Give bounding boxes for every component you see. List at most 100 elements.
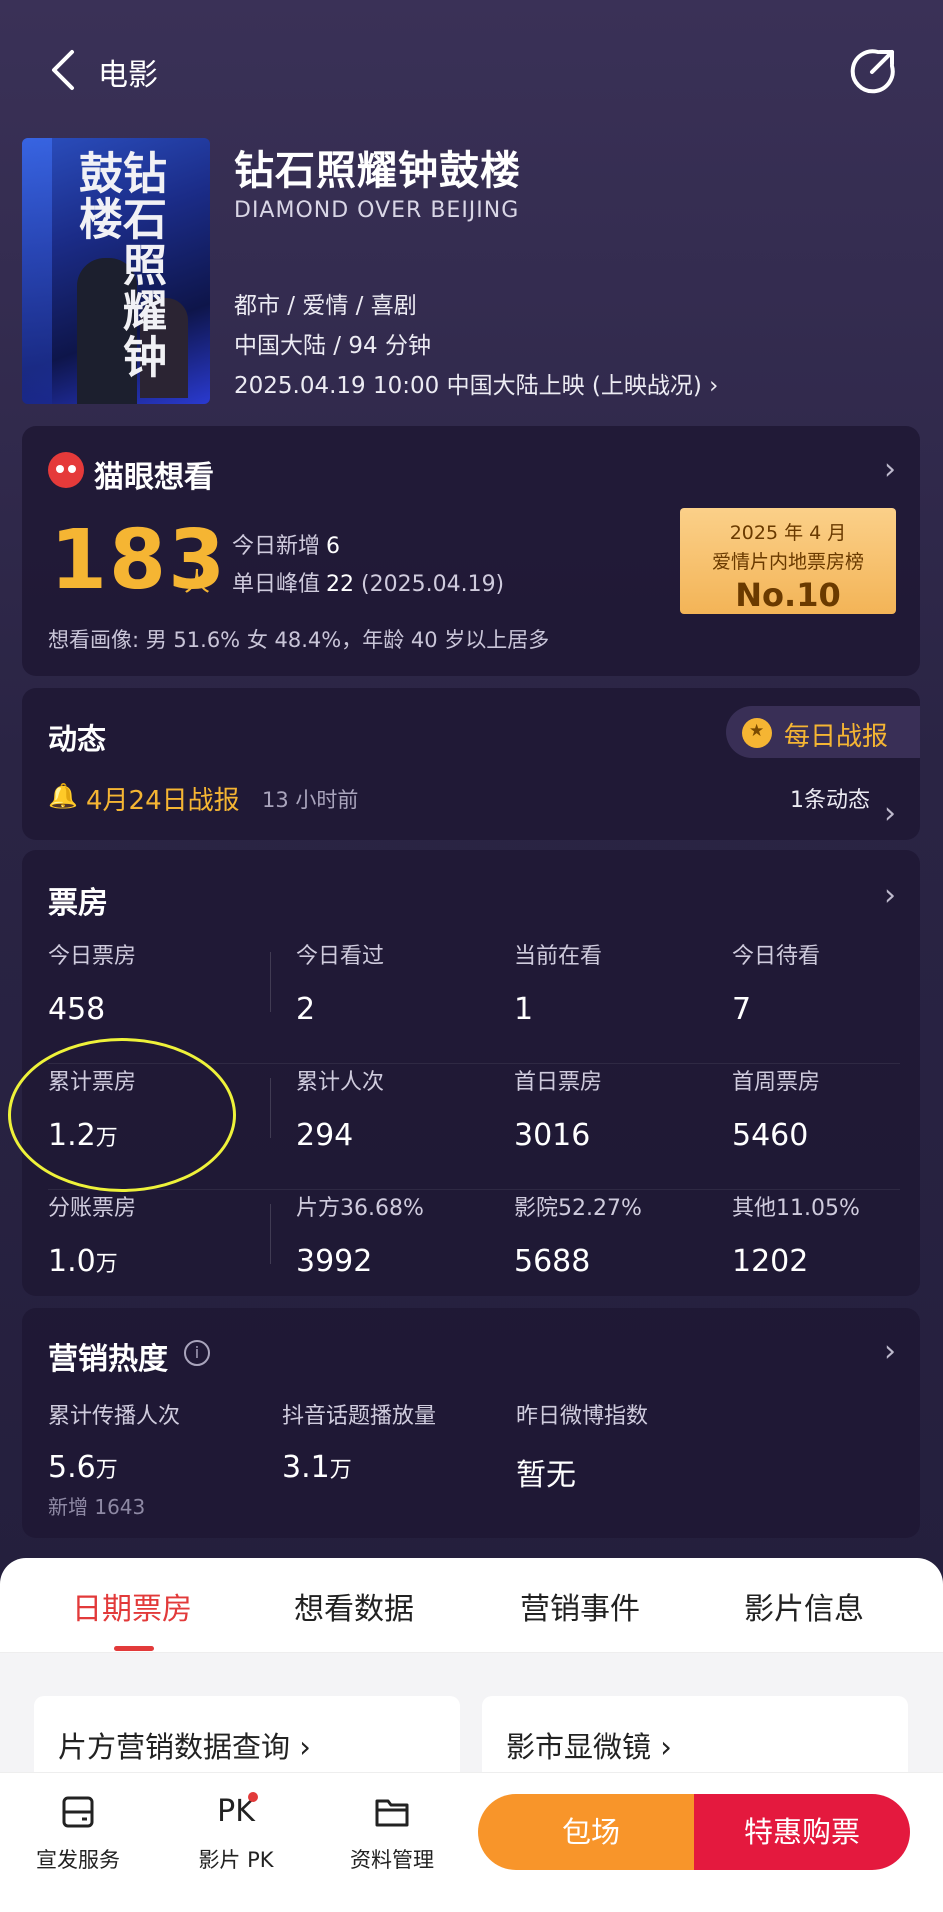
rank-badge-period: 2025 年 4 月 [729,522,847,544]
tab-daily-box-office[interactable]: 日期票房 [72,1584,192,1628]
column-divider [270,952,271,1012]
daily-peak-label: 单日峰值 [232,572,321,597]
movie-poster[interactable]: 钻石照耀钟鼓楼 [22,138,210,404]
column-divider [270,1078,271,1138]
box-office-row: 分账票房 1.0万 片方36.68% 3992 影院52.27% 5688 其他11.05%… [48,1190,900,1316]
stat-label: 片方36.68% [296,1196,424,1221]
box-office-row: 今日票房 458 今日看过 2 当前在看 1 今日待看 7 [48,938,900,1064]
stat-value-wrap: 1.0万 [48,1244,136,1279]
stat-value-wrap: 1202 [732,1244,860,1279]
header-title: 电影 [98,58,158,93]
report-time: 13 小时前 [262,788,359,812]
stat-value-wrap: 3.1万 [282,1450,436,1485]
nav-movie-pk[interactable]: PK 影片 PK [176,1790,296,1874]
marketing-stat: 累计传播人次 5.6万 新增 1643 [48,1398,180,1520]
movie-release-link[interactable]: 2025.04.19 10:00 中国大陆上映 (上映战况) › [234,366,718,400]
stat-value: 3016 [514,1118,591,1153]
chevron-right-icon[interactable]: › [884,1334,896,1369]
stat-label: 分账票房 [48,1196,137,1221]
box-office-stat: 其他11.05% 1202 [732,1190,860,1279]
rank-badge-category: 爱情片内地票房榜 [711,551,864,573]
stat-value-wrap: 5.6万 [48,1450,180,1485]
nav-materials[interactable]: 资料管理 [332,1790,452,1874]
stat-value: 3992 [296,1244,373,1279]
movie-release: 2025.04.19 10:00 中国大陆上映 (上映战况) [234,373,702,399]
stat-value: 5460 [732,1118,809,1153]
bell-icon: 🔔 [48,782,78,810]
stat-label: 其他11.05% [732,1196,860,1221]
stat-value-wrap: 294 [296,1118,384,1153]
movie-region-duration: 中国大陆 / 94 分钟 [234,333,431,359]
stat-value-wrap: 5688 [514,1244,642,1279]
stat-label: 抖音话题播放量 [282,1404,437,1429]
stat-label: 影院52.27% [514,1196,642,1221]
stat-value: 7 [732,992,752,1027]
box-office-stat: 影院52.27% 5688 [514,1190,642,1279]
stat-value-wrap: 1 [514,992,602,1027]
stat-value-wrap: 3016 [514,1118,602,1153]
want-to-see-title: 猫眼想看 [94,460,214,495]
charter-button[interactable]: 包场 [478,1794,704,1870]
stat-value-wrap: 3992 [296,1244,424,1279]
box-office-stat: 首周票房 5460 [732,1064,820,1153]
info-icon[interactable]: i [184,1340,210,1366]
back-arrow-icon[interactable] [44,48,84,92]
nav-promotion-service[interactable]: 宣发服务 [18,1790,138,1874]
poster-title: 钻石照耀钟鼓楼 [71,150,166,380]
stat-unit: 万 [95,1458,118,1483]
stat-unit: 万 [329,1458,352,1483]
stat-label: 累计传播人次 [48,1404,181,1429]
buy-ticket-button[interactable]: 特惠购票 [694,1794,910,1870]
highlight-circle [8,1038,236,1192]
box-office-title: 票房 [48,886,108,921]
chevron-right-icon[interactable]: › [884,796,896,831]
chevron-right-icon[interactable]: › [884,878,896,913]
tab-want-data[interactable]: 想看数据 [294,1584,414,1628]
stat-label: 昨日微博指数 [516,1404,649,1429]
stat-value: 暂无 [516,1458,576,1493]
report-title[interactable]: 4月24日战报 [86,780,240,817]
dynamics-title: 动态 [48,722,107,756]
stat-value-wrap: 暂无 [516,1450,648,1494]
marketing-title: 营销热度 [48,1342,168,1377]
box-office-stat: 当前在看 1 [514,938,602,1027]
share-icon[interactable] [848,46,898,96]
stat-value: 1202 [732,1244,809,1279]
stat-value-wrap: 7 [732,992,820,1027]
rank-badge[interactable]: 2025 年 4 月 爱情片内地票房榜 No.10 [680,508,896,614]
daily-peak-stat: 单日峰值 22 (2025.04.19) [232,566,504,598]
stat-value-wrap: 2 [296,992,384,1027]
movie-genres: 都市 / 爱情 / 喜剧 [234,293,417,319]
pk-icon: PK [217,1794,255,1829]
tab-marketing-events[interactable]: 营销事件 [520,1584,640,1628]
daily-report-button[interactable]: 每日战报 [726,706,920,758]
nav-label: 宣发服务 [36,1848,120,1872]
tool-label: 影市显微镜 › [506,1730,672,1764]
today-new-value: 6 [326,534,341,559]
audience-persona: 想看画像: 男 51.6% 女 48.4%，年龄 40 岁以上居多 [48,628,550,652]
tool-label: 片方营销数据查询 › [58,1730,311,1764]
stat-value: 3.1 [282,1450,330,1485]
stat-value: 2 [296,992,316,1027]
stat-value: 5.6 [48,1450,96,1485]
box-office-stat: 累计人次 294 [296,1064,384,1153]
box-office-stat: 分账票房 1.0万 [48,1190,136,1279]
column-divider [270,1204,271,1264]
today-new-label: 今日新增 [232,534,321,559]
rank-badge-number: No.10 [735,576,841,614]
medal-icon [742,718,772,748]
tab-movie-info[interactable]: 影片信息 [744,1584,864,1628]
chevron-right-icon[interactable]: › [884,452,896,487]
notification-dot [248,1792,258,1802]
stat-label: 今日看过 [296,944,385,969]
stat-value: 294 [296,1118,354,1153]
stat-value: 5688 [514,1244,591,1279]
stat-value: 1 [514,992,534,1027]
stat-label: 今日票房 [48,944,137,969]
box-office-stat: 首日票房 3016 [514,1064,602,1153]
today-new-stat: 今日新增 6 [232,528,340,560]
nav-label: 资料管理 [350,1848,434,1872]
chevron-right-icon: › [709,373,719,399]
poster-light [22,138,52,404]
marketing-stat: 昨日微博指数 暂无 [516,1398,648,1494]
